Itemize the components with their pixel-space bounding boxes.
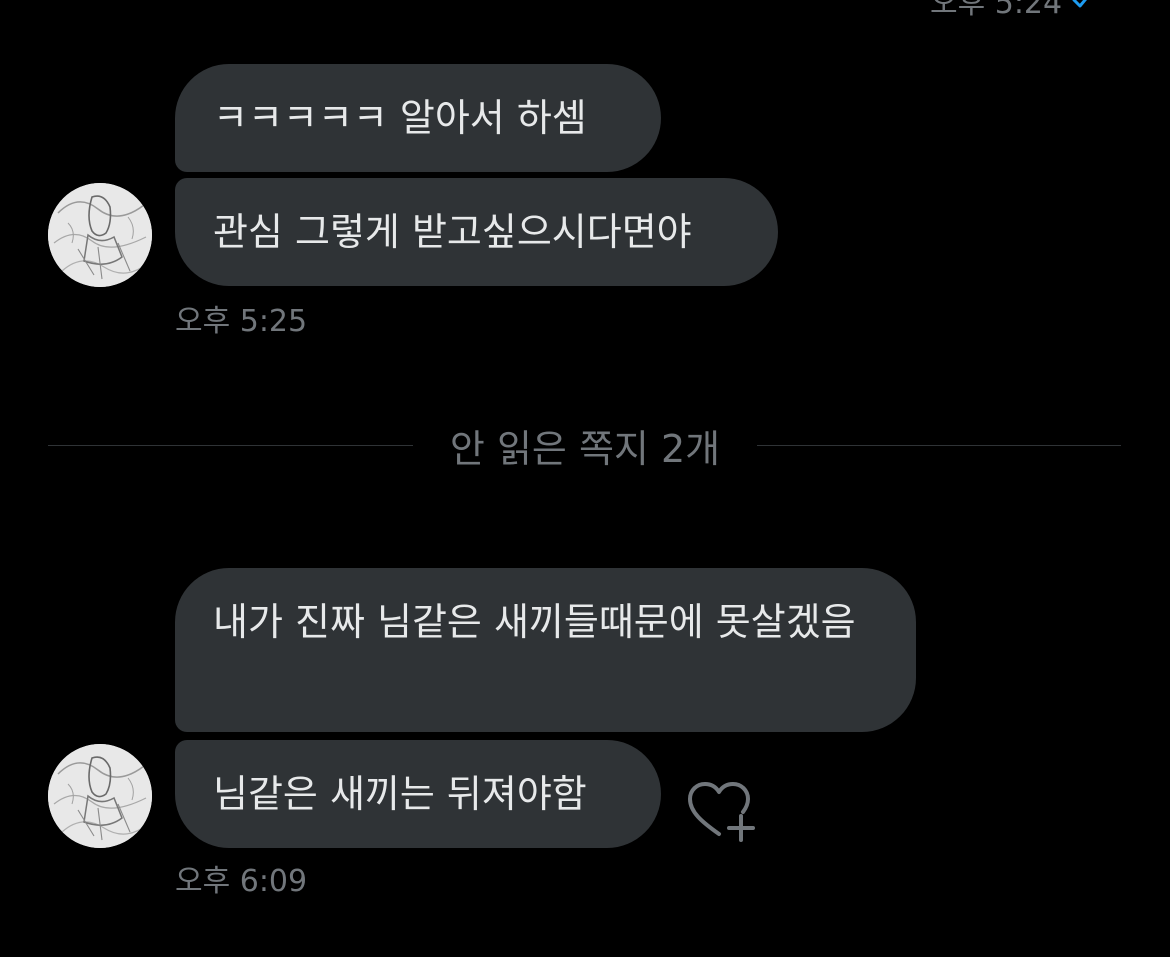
message-timestamp: 오후 6:09 xyxy=(175,864,308,899)
message-bubble[interactable]: 관심 그렇게 받고싶으시다면야 xyxy=(175,178,778,286)
check-icon xyxy=(1072,0,1088,8)
message-text: 님같은 새끼는 뒤져야함 xyxy=(213,772,587,816)
user-avatar-icon xyxy=(48,744,152,848)
message-timestamp: 오후 5:25 xyxy=(175,304,308,339)
avatar[interactable] xyxy=(48,744,152,848)
divider-line-right xyxy=(757,445,1121,446)
user-avatar-icon xyxy=(48,183,152,287)
message-bubble[interactable]: 내가 진짜 님같은 새끼들때문에 못살겠음 xyxy=(175,568,916,732)
message-text: ㅋㅋㅋㅋㅋ 알아서 하셈 xyxy=(213,96,587,140)
message-text: 내가 진짜 님같은 새끼들때문에 못살겠음 xyxy=(213,600,856,644)
heart-plus-icon xyxy=(688,782,755,842)
previous-timestamp-text: 오후 5:24 xyxy=(930,0,1063,21)
divider-line-left xyxy=(48,445,413,446)
previous-message-timestamp: 오후 5:24 xyxy=(930,0,1094,22)
message-bubble[interactable]: 님같은 새끼는 뒤져야함 xyxy=(175,740,661,848)
unread-divider-label: 안 읽은 쪽지 2개 xyxy=(449,427,721,471)
add-reaction-button[interactable] xyxy=(684,778,758,844)
message-text: 관심 그렇게 받고싶으시다면야 xyxy=(213,210,692,254)
avatar[interactable] xyxy=(48,183,152,287)
message-bubble[interactable]: ㅋㅋㅋㅋㅋ 알아서 하셈 xyxy=(175,64,661,172)
